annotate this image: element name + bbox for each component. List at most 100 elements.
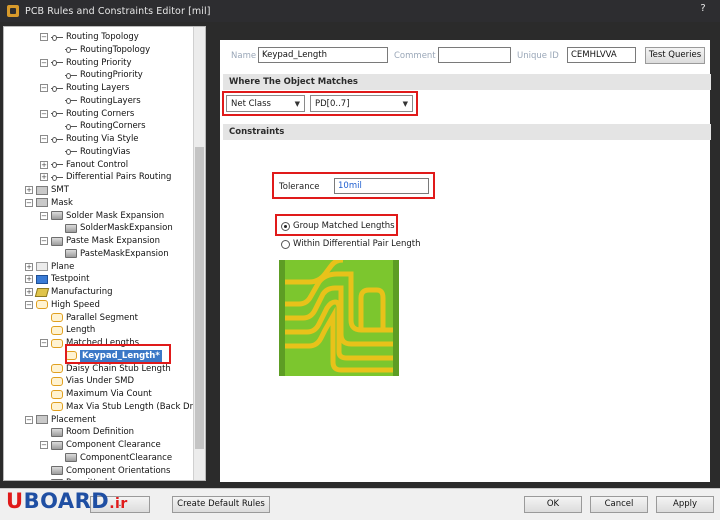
tree-item[interactable]: RoutingLayers: [54, 95, 141, 107]
tree-item[interactable]: Max Via Stub Length (Back Dri: [40, 401, 195, 413]
rules-tree[interactable]: − Routing Topology RoutingTopology − Routing…: [3, 26, 206, 481]
collapse-icon[interactable]: −: [40, 135, 48, 143]
collapse-icon[interactable]: −: [25, 415, 33, 424]
route-icon: [65, 147, 77, 156]
tree-scrollbar[interactable]: [193, 27, 205, 480]
apply-button[interactable]: Apply: [656, 496, 714, 513]
tree-item[interactable]: Maximum Via Count: [40, 388, 152, 400]
tree-item-label: Component Orientations: [66, 465, 171, 476]
tree-item[interactable]: − Mask: [25, 197, 73, 209]
tree-item-label: Differential Pairs Routing: [66, 172, 172, 183]
collapse-icon[interactable]: −: [40, 58, 48, 67]
route-icon: [51, 109, 63, 118]
tree-item-label: Paste Mask Expansion: [66, 236, 161, 246]
scrollbar-thumb[interactable]: [195, 147, 204, 449]
unique-id-field[interactable]: CEMHLVVA: [567, 47, 636, 63]
expand-icon[interactable]: +: [40, 160, 48, 169]
tree-item[interactable]: RoutingCorners: [54, 120, 146, 132]
tree-item[interactable]: − Routing Priority: [40, 57, 132, 69]
radio-within-diff-pair-label: Within Differential Pair Length: [293, 239, 421, 249]
tree-item[interactable]: Vias Under SMD: [40, 375, 134, 387]
collapse-icon[interactable]: −: [40, 84, 48, 92]
app-icon: [7, 5, 19, 17]
tree-item[interactable]: + Fanout Control: [40, 159, 128, 171]
highlight-box-selected-rule: [65, 343, 171, 364]
tree-item[interactable]: + Differential Pairs Routing: [40, 171, 171, 183]
tree-item[interactable]: − Solder Mask Expansion: [40, 210, 164, 222]
tree-item-label: Routing Priority: [66, 57, 132, 68]
tree-item-label: RoutingPriority: [80, 70, 143, 81]
tree-item-label: Routing Layers: [66, 83, 130, 93]
tree-item[interactable]: ComponentClearance: [54, 452, 172, 464]
mask-icon: [36, 198, 48, 208]
tree-item-label: Vias Under SMD: [66, 376, 135, 387]
collapse-icon[interactable]: −: [25, 300, 33, 309]
high-speed-icon: [51, 376, 63, 386]
comment-field[interactable]: [438, 47, 511, 63]
radio-within-diff-pair[interactable]: Within Differential Pair Length: [281, 239, 420, 249]
tree-item[interactable]: − Placement: [25, 414, 96, 426]
expand-icon[interactable]: +: [25, 288, 33, 296]
tree-item-label: High Speed: [51, 299, 100, 310]
high-speed-icon: [51, 402, 63, 412]
tree-item[interactable]: − Routing Corners: [40, 108, 134, 120]
route-icon: [51, 173, 63, 182]
tree-item[interactable]: + Plane: [25, 261, 74, 273]
tree-item[interactable]: Room Definition: [40, 426, 134, 438]
name-field[interactable]: Keypad_Length: [258, 47, 388, 63]
tree-item-label: Routing Corners: [66, 108, 135, 119]
tree-item[interactable]: Permitted Layers: [40, 477, 138, 480]
radio-unselected-icon: [281, 239, 290, 249]
test-queries-button[interactable]: Test Queries: [645, 47, 705, 64]
tree-item[interactable]: SolderMaskExpansion: [54, 222, 173, 234]
tree-item[interactable]: RoutingTopology: [54, 44, 150, 56]
cancel-button[interactable]: Cancel: [590, 496, 648, 513]
tree-item-label: Routing Topology: [66, 32, 139, 42]
tree-item-label: RoutingLayers: [80, 95, 141, 106]
collapse-icon[interactable]: −: [40, 339, 48, 347]
tree-item[interactable]: + SMT: [25, 184, 69, 196]
tree-item[interactable]: RoutingPriority: [54, 69, 143, 81]
expand-icon[interactable]: +: [25, 262, 33, 271]
tree-item[interactable]: Daisy Chain Stub Length: [40, 363, 171, 375]
tree-item[interactable]: − Routing Via Style: [40, 133, 139, 145]
highlight-box-tolerance: [272, 172, 435, 199]
help-button[interactable]: ?: [694, 3, 712, 19]
tree-item-label: SMT: [51, 185, 69, 195]
name-label: Name: [231, 51, 257, 61]
highlight-box-group-option: [275, 214, 398, 236]
title-bar: PCB Rules and Constraints Editor [mil] ?: [0, 0, 720, 22]
tree-item[interactable]: − Paste Mask Expansion: [40, 235, 160, 247]
tree-item-label: SolderMaskExpansion: [80, 223, 173, 234]
collapse-icon[interactable]: −: [40, 33, 48, 41]
tree-item[interactable]: Length: [40, 324, 95, 336]
route-icon: [65, 96, 77, 105]
tree-item[interactable]: RoutingVias: [54, 146, 130, 158]
tree-item-label: PasteMaskExpansion: [80, 248, 169, 259]
collapse-icon[interactable]: −: [40, 109, 48, 118]
tree-item[interactable]: − Routing Topology: [40, 31, 139, 43]
tree-item[interactable]: Parallel Segment: [40, 312, 138, 324]
tree-item[interactable]: + Testpoint: [25, 273, 89, 285]
expand-icon[interactable]: +: [25, 275, 33, 284]
expand-icon[interactable]: +: [25, 186, 33, 194]
tree-item[interactable]: − High Speed: [25, 299, 100, 311]
ok-button[interactable]: OK: [524, 496, 582, 513]
tree-item-label: Solder Mask Expansion: [66, 210, 165, 221]
tree-item[interactable]: PasteMaskExpansion: [54, 248, 169, 260]
route-icon: [51, 160, 63, 169]
collapse-icon[interactable]: −: [40, 237, 48, 245]
expand-icon[interactable]: +: [40, 173, 48, 182]
placement-icon: [36, 415, 48, 424]
tree-item[interactable]: − Routing Layers: [40, 82, 129, 94]
collapse-icon[interactable]: −: [40, 211, 48, 220]
constraints-header: Constraints: [223, 124, 711, 140]
collapse-icon[interactable]: −: [25, 198, 33, 207]
rule-icon: [51, 440, 63, 450]
collapse-icon[interactable]: −: [40, 441, 48, 449]
tree-item[interactable]: Component Orientations: [40, 465, 170, 477]
tree-item[interactable]: − Component Clearance: [40, 439, 161, 451]
tree-item[interactable]: + Manufacturing: [25, 286, 113, 298]
create-default-rules-button[interactable]: Create Default Rules: [172, 496, 270, 513]
tree-item-label: Manufacturing: [51, 287, 113, 297]
